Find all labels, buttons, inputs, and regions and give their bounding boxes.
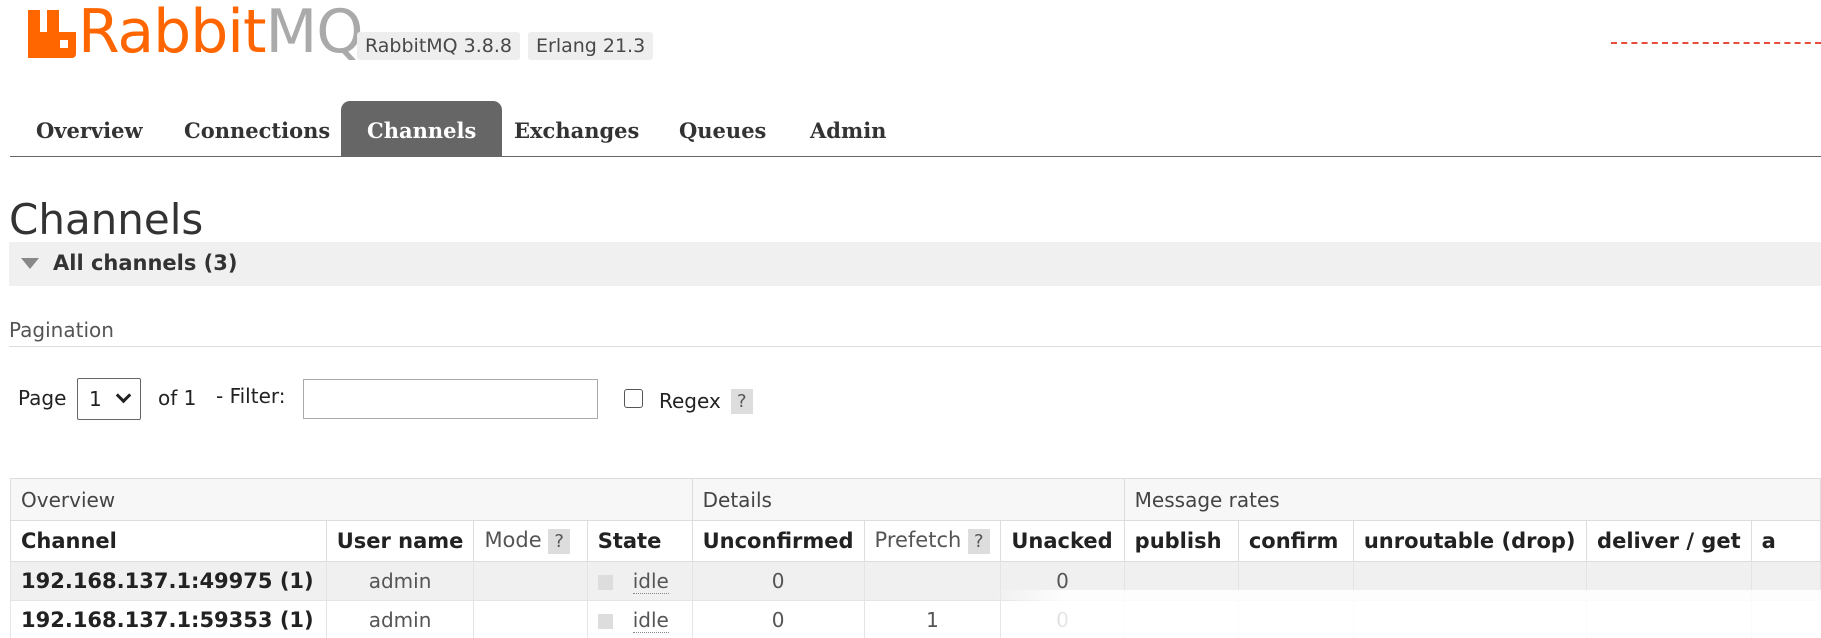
channel-link[interactable]: 192.168.137.1:49975 (1) xyxy=(10,561,327,601)
table-group-header: Overview Details Message rates xyxy=(10,478,1821,521)
col-publish[interactable]: publish xyxy=(1123,520,1239,562)
tab-queues[interactable]: Queues xyxy=(653,101,792,156)
page-title: Channels xyxy=(9,195,204,244)
chevron-down-icon xyxy=(115,387,132,404)
logo-text: RabbitMQ xyxy=(78,0,364,67)
state-indicator-icon xyxy=(597,575,613,590)
section-label: All channels (3) xyxy=(53,251,238,275)
mode-help-button[interactable]: ? xyxy=(548,529,570,554)
group-message-rates: Message rates xyxy=(1123,478,1821,521)
pagination-heading: Pagination xyxy=(9,318,114,342)
prefetch-cell: 1 xyxy=(863,600,1002,638)
page-select-value: 1 xyxy=(89,387,102,411)
unconfirmed-cell: 0 xyxy=(691,600,865,638)
state-cell: idle xyxy=(586,561,693,601)
decorative-dashes xyxy=(1611,42,1821,44)
col-prefetch[interactable]: Prefetch ? xyxy=(863,520,1002,562)
unconfirmed-cell: 0 xyxy=(691,561,865,601)
regex-checkbox[interactable] xyxy=(624,389,643,408)
user-name-cell: admin xyxy=(325,600,475,638)
col-truncated[interactable]: a xyxy=(1750,520,1821,562)
page-count: of 1 xyxy=(158,386,197,410)
header: RabbitMQ TM RabbitMQ 3.8.8 Erlang 21.3 xyxy=(0,0,1821,100)
group-overview: Overview xyxy=(10,478,693,521)
tab-channels[interactable]: Channels xyxy=(341,101,503,156)
tab-admin[interactable]: Admin xyxy=(784,101,912,156)
state-indicator-icon xyxy=(597,614,613,629)
group-details: Details xyxy=(691,478,1125,521)
col-deliver-get[interactable]: deliver / get xyxy=(1586,520,1752,562)
triangle-down-icon xyxy=(21,258,39,269)
prefetch-cell xyxy=(863,561,1002,601)
channel-link[interactable]: 192.168.137.1:59353 (1) xyxy=(10,600,327,638)
filter-input[interactable] xyxy=(303,379,598,419)
all-channels-section-toggle[interactable]: All channels (3) xyxy=(9,242,1821,286)
pagination-divider xyxy=(9,346,1821,347)
col-mode[interactable]: Mode ? xyxy=(473,520,588,562)
col-unconfirmed[interactable]: Unconfirmed xyxy=(691,520,865,562)
col-channel[interactable]: Channel xyxy=(10,520,327,562)
mode-cell xyxy=(473,600,588,638)
filter-label: - Filter: xyxy=(216,384,286,408)
col-confirm[interactable]: confirm xyxy=(1237,520,1354,562)
tab-overview[interactable]: Overview xyxy=(10,101,169,156)
mode-cell xyxy=(473,561,588,601)
rabbitmq-logo[interactable]: RabbitMQ TM xyxy=(28,2,391,62)
regex-help-button[interactable]: ? xyxy=(731,389,753,414)
col-unacked[interactable]: Unacked xyxy=(1000,520,1125,562)
version-badge: RabbitMQ 3.8.8 xyxy=(357,32,521,60)
col-user-name[interactable]: User name xyxy=(325,520,475,562)
watermark-overlay xyxy=(995,590,1821,638)
prefetch-help-button[interactable]: ? xyxy=(968,529,990,554)
rabbit-logo-icon xyxy=(28,10,76,58)
col-unroutable-drop[interactable]: unroutable (drop) xyxy=(1352,520,1588,562)
regex-label: Regex xyxy=(659,389,721,413)
table-column-header: Channel User name Mode ? State Unconfirm… xyxy=(10,520,1821,562)
page-label: Page xyxy=(18,386,67,410)
tab-exchanges[interactable]: Exchanges xyxy=(488,101,665,156)
erlang-badge: Erlang 21.3 xyxy=(528,32,654,60)
tab-connections[interactable]: Connections xyxy=(158,101,356,156)
page-select[interactable]: 1 xyxy=(77,378,141,420)
col-state[interactable]: State xyxy=(586,520,693,562)
main-nav-tabs: Overview Connections Channels Exchanges … xyxy=(10,101,1821,157)
state-cell: idle xyxy=(586,600,693,638)
user-name-cell: admin xyxy=(325,561,475,601)
